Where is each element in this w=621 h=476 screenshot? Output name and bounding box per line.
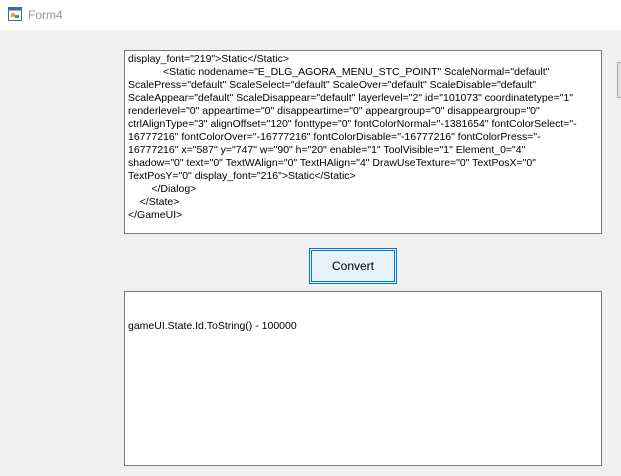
source-line: ctrlAlignType="3" alignOffset="120" font… — [128, 118, 577, 130]
source-line: <Static nodename="E_DLG_AGORA_MENU_STC_P… — [128, 66, 550, 78]
source-line: shadow="0" text="0" TextWAlign="0" TextH… — [128, 157, 536, 169]
source-line: ScaleAppear="default" ScaleDisappear="de… — [128, 92, 574, 104]
source-line: TextPosY="0" display_font="216">Static</… — [128, 170, 356, 182]
source-line: renderlevel="0" appeartime="0" disappear… — [128, 105, 540, 117]
output-textbox[interactable]: gameUI.State.Id.ToString() - 100000 — [124, 291, 602, 466]
form-icon — [8, 7, 22, 21]
output-line: gameUI.State.Id.ToString() - 100000 — [128, 320, 297, 332]
source-line: </GameUI> — [128, 209, 183, 221]
source-line: 16777216" x="587" y="747" w="90" h="20" … — [128, 144, 526, 156]
source-line: 16777216" fontColorOver="-16777216" font… — [128, 131, 541, 143]
source-line: </State> — [128, 196, 180, 208]
source-line: ScalePress="default" ScaleSelect="defaul… — [128, 79, 537, 91]
window-title: Form4 — [28, 8, 63, 22]
source-line: display_font="219">Static</Static> — [128, 53, 289, 65]
source-textbox[interactable]: display_font="219">Static</Static> <Stat… — [124, 50, 602, 234]
partial-edge-button[interactable] — [617, 62, 621, 98]
convert-button[interactable]: Convert — [309, 248, 397, 284]
source-line: </Dialog> — [128, 183, 197, 195]
title-bar: Form4 — [0, 0, 621, 30]
